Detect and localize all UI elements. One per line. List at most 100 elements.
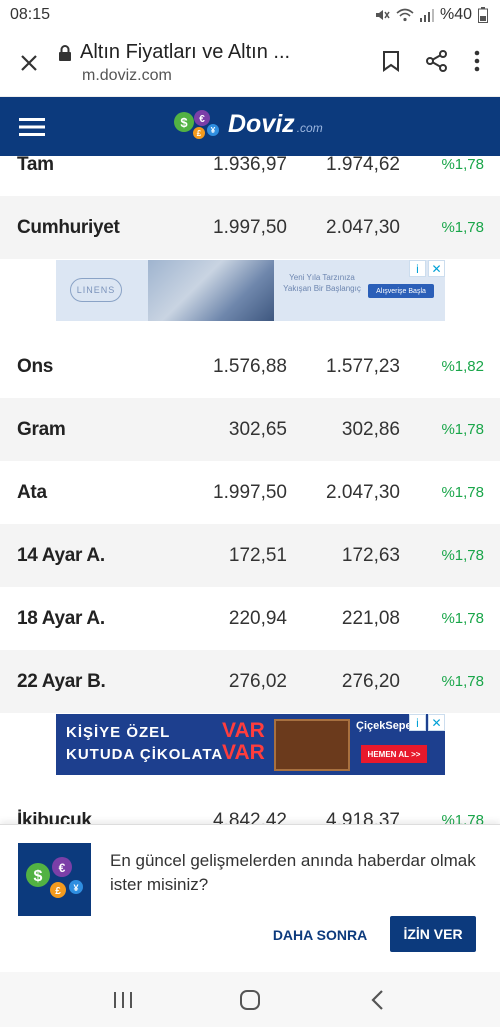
hamburger-icon xyxy=(19,117,45,136)
row-name: Cumhuriyet xyxy=(17,216,120,238)
row-buy: 1.576,88 xyxy=(213,355,287,377)
svg-text:$: $ xyxy=(180,115,188,130)
close-icon[interactable]: ✕ xyxy=(428,714,445,731)
row-change: %1,78 xyxy=(441,421,484,438)
row-change: %1,78 xyxy=(441,812,484,824)
row-buy: 172,51 xyxy=(228,544,287,566)
row-name: Gram xyxy=(17,418,66,440)
browser-toolbar: Altın Fiyatları ve Altın ... m.doviz.com xyxy=(0,30,500,97)
status-bar: 08:15 %40 xyxy=(0,0,500,30)
table-row[interactable]: İkibucuk 4.842,42 4.918,37 %1,78 xyxy=(0,789,500,825)
ad-var-text: VAR VAR xyxy=(222,719,265,764)
status-time: 08:15 xyxy=(10,6,51,23)
close-icon xyxy=(21,55,37,71)
wifi-icon xyxy=(396,8,414,22)
recents-icon xyxy=(114,991,133,1008)
info-icon[interactable]: i xyxy=(409,260,426,277)
ad-headline: KİŞİYE ÖZEL KUTUDA ÇİKOLATA xyxy=(66,722,223,766)
row-sell: 4.918,37 xyxy=(326,809,400,825)
table-row[interactable]: 18 Ayar A. 220,94 221,08 %1,78 xyxy=(0,587,500,650)
row-name: Ons xyxy=(17,355,54,377)
ad-brand-logo: LINENS xyxy=(70,278,122,302)
lock-icon xyxy=(59,44,71,61)
battery-level: %40 xyxy=(439,6,472,23)
page-url: m.doviz.com xyxy=(82,67,172,84)
menu-button[interactable] xyxy=(0,97,64,156)
row-sell: 1.974,62 xyxy=(326,156,400,175)
row-buy: 4.842,42 xyxy=(213,809,287,825)
row-sell: 172,63 xyxy=(341,544,400,566)
table-row[interactable]: Gram 302,65 302,86 %1,78 xyxy=(0,398,500,461)
row-name: 18 Ayar A. xyxy=(17,607,105,629)
page-title: Altın Fiyatları ve Altın ... xyxy=(80,41,291,63)
svg-text:$: $ xyxy=(34,868,43,885)
row-buy: 1.997,50 xyxy=(213,481,287,503)
battery-icon xyxy=(478,7,488,23)
row-name: 14 Ayar A. xyxy=(17,544,105,566)
back-button[interactable] xyxy=(337,972,417,1027)
share-button[interactable] xyxy=(426,49,448,77)
recent-apps-button[interactable] xyxy=(83,972,163,1027)
address-area[interactable]: Altın Fiyatları ve Altın ... m.doviz.com xyxy=(58,41,382,85)
ad-headline-line2: KUTUDA ÇİKOLATA xyxy=(66,746,224,763)
svg-text:£: £ xyxy=(197,129,202,138)
svg-text:€: € xyxy=(59,861,66,875)
later-button[interactable]: DAHA SONRA xyxy=(262,917,378,953)
row-buy: 276,02 xyxy=(228,670,287,692)
gold-price-table: Tam 1.936,97 1.974,62 %1,78 Cumhuriyet 1… xyxy=(0,156,500,824)
more-options-button[interactable] xyxy=(474,50,480,77)
banner-ad-linens[interactable]: LINENS Yeni Yıla Tarzınıza Yakışan Bir B… xyxy=(56,260,445,321)
row-sell: 2.047,30 xyxy=(326,216,400,238)
svg-text:¥: ¥ xyxy=(211,126,216,135)
row-buy: 302,65 xyxy=(228,418,287,440)
row-sell: 2.047,30 xyxy=(326,481,400,503)
row-change: %1,78 xyxy=(441,484,484,501)
site-header: $ € £ ¥ Doviz .com xyxy=(0,97,500,156)
logo-text: Doviz xyxy=(228,109,295,138)
ad-choices-badge[interactable]: i ✕ xyxy=(409,260,445,277)
ad-product-image xyxy=(148,260,274,321)
mute-icon xyxy=(374,7,390,23)
notification-message: En güncel gelişmelerden anında haberdar … xyxy=(110,851,476,894)
row-change: %1,78 xyxy=(441,673,484,690)
logo-suffix: .com xyxy=(296,121,323,135)
home-icon xyxy=(239,989,260,1010)
home-button[interactable] xyxy=(210,972,290,1027)
ad-choices-badge[interactable]: i ✕ xyxy=(409,714,445,731)
svg-text:£: £ xyxy=(55,886,61,897)
system-navigation-bar xyxy=(0,972,500,1027)
site-logo[interactable]: $ € £ ¥ Doviz .com xyxy=(172,109,323,139)
row-buy: 220,94 xyxy=(228,607,287,629)
ad-text: Yeni Yıla Tarzınıza Yakışan Bir Başlangı… xyxy=(283,273,361,293)
back-icon xyxy=(371,989,383,1010)
row-buy: 1.936,97 xyxy=(213,156,287,175)
row-name: 22 Ayar B. xyxy=(17,670,106,692)
table-row[interactable]: 22 Ayar B. 276,02 276,20 %1,78 xyxy=(0,650,500,713)
app-logo: $ € £ ¥ xyxy=(18,843,91,916)
row-change: %1,82 xyxy=(441,358,484,375)
row-sell: 1.577,23 xyxy=(326,355,400,377)
banner-ad-ciceksepeti[interactable]: KİŞİYE ÖZEL KUTUDA ÇİKOLATA VAR VAR Çiçe… xyxy=(56,714,445,775)
row-name: Tam xyxy=(17,156,54,175)
info-icon[interactable]: i xyxy=(409,714,426,731)
status-icons: %40 xyxy=(374,6,488,24)
table-row[interactable]: Tam 1.936,97 1.974,62 %1,78 xyxy=(0,156,500,196)
allow-button[interactable]: İZİN VER xyxy=(390,916,476,952)
row-sell: 221,08 xyxy=(341,607,400,629)
bookmark-button[interactable] xyxy=(382,50,400,77)
svg-text:€: € xyxy=(199,114,205,125)
ad-product-image xyxy=(274,719,350,771)
close-icon[interactable]: ✕ xyxy=(428,260,445,277)
close-tab-button[interactable] xyxy=(0,30,58,97)
more-vert-icon xyxy=(474,50,480,71)
table-row[interactable]: Ons 1.576,88 1.577,23 %1,82 xyxy=(0,335,500,398)
row-name: Ata xyxy=(17,481,47,503)
table-row[interactable]: 14 Ayar A. 172,51 172,63 %1,78 xyxy=(0,524,500,587)
ad-cta-button[interactable]: Alışverişe Başla xyxy=(368,284,434,298)
table-row[interactable]: Cumhuriyet 1.997,50 2.047,30 %1,78 xyxy=(0,196,500,259)
row-sell: 302,86 xyxy=(341,418,400,440)
table-row[interactable]: Ata 1.997,50 2.047,30 %1,78 xyxy=(0,461,500,524)
row-change: %1,78 xyxy=(441,610,484,627)
row-change: %1,78 xyxy=(441,547,484,564)
ad-cta-button[interactable]: HEMEN AL >> xyxy=(361,745,427,763)
